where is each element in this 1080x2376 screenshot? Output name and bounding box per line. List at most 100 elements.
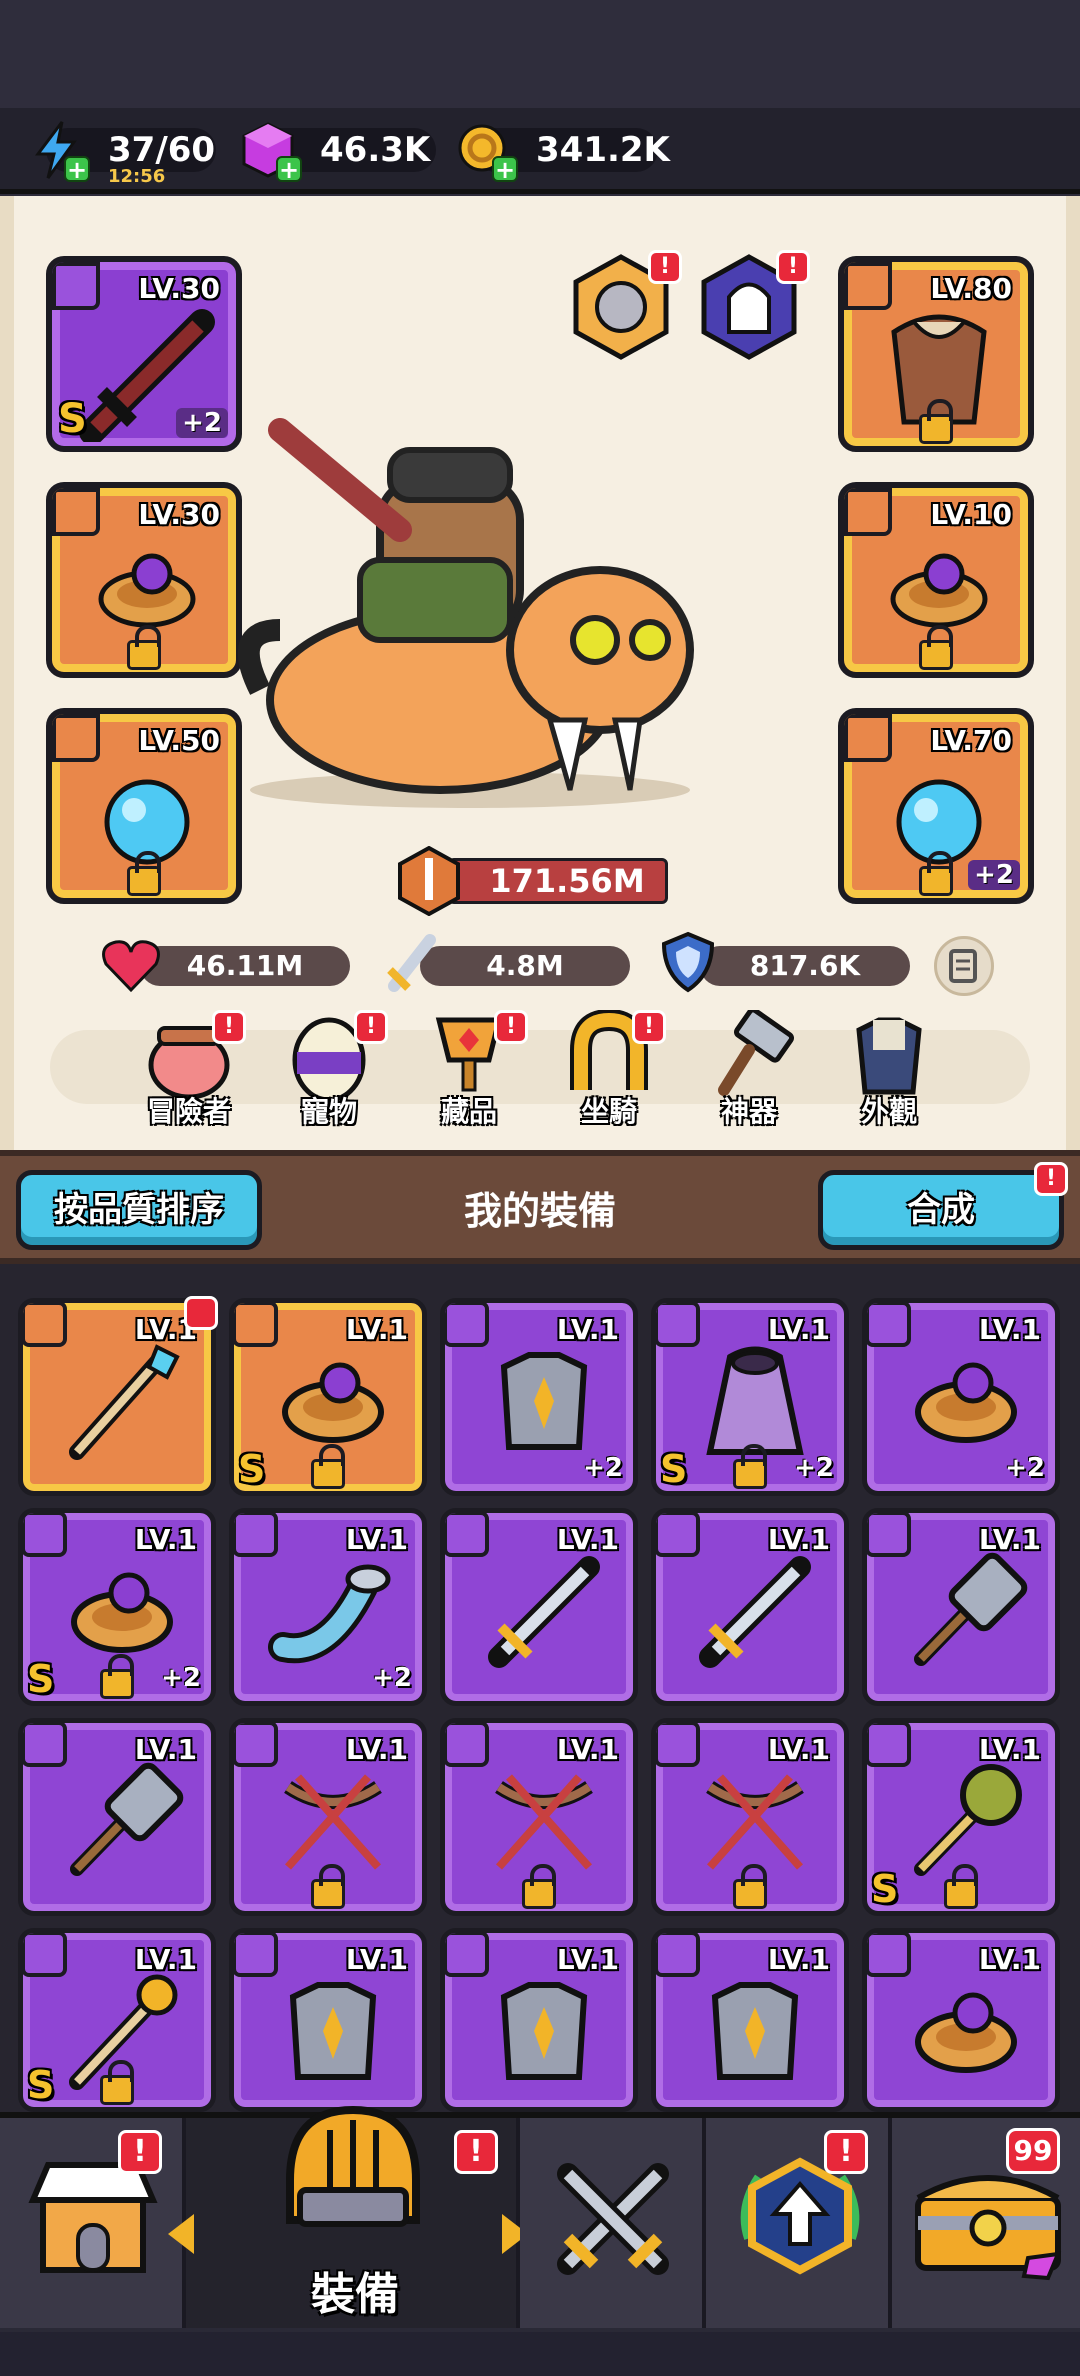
inventory-item[interactable]: LV.1 bbox=[440, 1928, 638, 2112]
armor-icon bbox=[289, 1982, 377, 2080]
armor-icon bbox=[711, 1982, 799, 2080]
gold-counter[interactable]: + 341.2K bbox=[458, 124, 670, 182]
inventory-item[interactable]: LV.1 S bbox=[18, 1928, 216, 2112]
inventory-item[interactable]: LV.1 bbox=[651, 1718, 849, 1916]
lock-icon bbox=[919, 399, 953, 444]
inventory-item[interactable]: LV.1 bbox=[229, 1718, 427, 1916]
inventory-item[interactable]: LV.1 S bbox=[229, 1298, 427, 1496]
new-item-badge bbox=[184, 1296, 218, 1330]
ring-icon bbox=[915, 1992, 1017, 2073]
gem-value: 46.3K bbox=[320, 130, 431, 170]
inventory-item[interactable]: LV.1 S bbox=[862, 1718, 1060, 1916]
lock-icon bbox=[100, 2060, 134, 2105]
combat-power: 171.56M bbox=[448, 858, 668, 904]
lock-icon bbox=[311, 1444, 345, 1489]
grade-s-badge: S bbox=[660, 1447, 688, 1491]
notification-badge: ! bbox=[1034, 1162, 1068, 1196]
hammer-icon bbox=[914, 1552, 1028, 1666]
add-gold-icon[interactable]: + bbox=[492, 156, 518, 182]
lock-icon bbox=[733, 1864, 767, 1909]
equipped-armor-slot[interactable]: LV.80 bbox=[838, 256, 1034, 452]
notification-badge: ! bbox=[824, 2130, 868, 2174]
notification-badge: ! bbox=[632, 1010, 666, 1044]
lock-icon bbox=[733, 1444, 767, 1489]
category-appearance[interactable]: 外觀 bbox=[834, 1010, 944, 1130]
hammer-icon bbox=[70, 1762, 184, 1876]
document-list-icon bbox=[949, 949, 977, 983]
tab-battle[interactable] bbox=[520, 2118, 706, 2328]
notification-badge: ! bbox=[776, 250, 810, 284]
lock-icon bbox=[919, 851, 953, 896]
lock-icon bbox=[919, 625, 953, 670]
ring-icon bbox=[98, 553, 196, 628]
grade-s-badge: S bbox=[58, 396, 87, 442]
sword-icon bbox=[699, 1556, 811, 1668]
necklace-category-icon bbox=[52, 714, 100, 762]
hammer-icon bbox=[718, 1007, 795, 1096]
ring-category-icon bbox=[844, 488, 892, 536]
horn-icon bbox=[268, 1564, 391, 1664]
equipped-necklace-slot[interactable]: LV.50 bbox=[46, 708, 242, 904]
enhance-badge: +2 bbox=[794, 1453, 834, 1483]
grade-s-badge: S bbox=[27, 1657, 55, 1701]
status-bar bbox=[0, 0, 1080, 108]
heart-icon bbox=[102, 940, 160, 993]
inventory-item[interactable]: LV.1 S +2 bbox=[651, 1298, 849, 1496]
inventory-item[interactable]: LV.1 bbox=[440, 1508, 638, 1706]
gold-value: 341.2K bbox=[536, 130, 670, 170]
inventory-item[interactable]: LV.1 +2 bbox=[229, 1508, 427, 1706]
equipped-ring-slot-2[interactable]: LV.10 bbox=[838, 482, 1034, 678]
notification-badge: ! bbox=[212, 1010, 246, 1044]
inventory-item[interactable]: LV.1 bbox=[18, 1718, 216, 1916]
lock-icon bbox=[127, 851, 161, 896]
inventory-item[interactable]: LV.1 bbox=[440, 1718, 638, 1916]
notification-badge: ! bbox=[494, 1010, 528, 1044]
inventory-item[interactable]: LV.1 bbox=[229, 1928, 427, 2112]
inventory-title: 我的裝備 bbox=[463, 1189, 616, 1233]
treasure-chest-icon bbox=[915, 2175, 1062, 2281]
ring-icon bbox=[890, 553, 988, 628]
attack-stat: 4.8M bbox=[420, 946, 630, 986]
enhance-badge: +2 bbox=[372, 1663, 412, 1693]
helmet-icon bbox=[286, 2105, 420, 2227]
energy-timer: 12:56 bbox=[108, 166, 166, 187]
gem-counter[interactable]: + 46.3K bbox=[242, 122, 436, 182]
inventory-item[interactable]: LV.1 S +2 bbox=[18, 1508, 216, 1706]
tab-equipment-label: 裝備 bbox=[311, 2269, 399, 2320]
category-artifact[interactable]: 神器 bbox=[694, 1007, 804, 1130]
slot-level: LV.30 bbox=[138, 272, 220, 305]
add-gems-icon[interactable]: + bbox=[276, 156, 302, 182]
prev-arrow-icon[interactable] bbox=[168, 2214, 194, 2254]
grade-s-badge: S bbox=[238, 1447, 266, 1491]
inventory-item[interactable]: LV.1 bbox=[862, 1928, 1060, 2112]
equipped-weapon-slot[interactable]: LV.30 S +2 bbox=[46, 256, 242, 452]
notification-badge: ! bbox=[648, 250, 682, 284]
enhance-badge: +2 bbox=[161, 1663, 201, 1693]
necklace-category-icon bbox=[844, 714, 892, 762]
enhance-badge: +2 bbox=[1005, 1453, 1045, 1483]
add-energy-icon[interactable]: + bbox=[64, 156, 90, 182]
energy-value: 37/60 bbox=[108, 130, 216, 170]
notification-badge: ! bbox=[454, 2130, 498, 2174]
inventory-item[interactable]: LV.1 bbox=[651, 1928, 849, 2112]
inventory-item[interactable]: LV.1 bbox=[862, 1508, 1060, 1706]
ring-icon bbox=[915, 1362, 1017, 1443]
sort-by-quality-button[interactable]: 按品質排序 bbox=[16, 1170, 262, 1250]
lock-icon bbox=[127, 625, 161, 670]
stats-detail-button[interactable] bbox=[934, 936, 994, 996]
defense-stat: 817.6K bbox=[700, 946, 910, 986]
lock-icon bbox=[100, 1654, 134, 1699]
enhance-badge: +2 bbox=[583, 1453, 623, 1483]
capybara-on-tiger-character[interactable] bbox=[220, 410, 720, 810]
inventory-item[interactable]: LV.1 +2 bbox=[440, 1298, 638, 1496]
grade-s-badge: S bbox=[871, 1867, 899, 1911]
lock-icon bbox=[522, 1864, 556, 1909]
equipped-ring-slot[interactable]: LV.30 bbox=[46, 482, 242, 678]
equipped-necklace-slot-2[interactable]: LV.70 +2 bbox=[838, 708, 1034, 904]
slot-level: LV.70 bbox=[930, 724, 1012, 757]
power-sword-icon bbox=[398, 846, 460, 916]
notification-badge: ! bbox=[354, 1010, 388, 1044]
inventory-item[interactable]: LV.1 bbox=[651, 1508, 849, 1706]
inventory-item[interactable]: LV.1 +2 bbox=[862, 1298, 1060, 1496]
merge-button[interactable]: 合成 bbox=[818, 1170, 1064, 1250]
